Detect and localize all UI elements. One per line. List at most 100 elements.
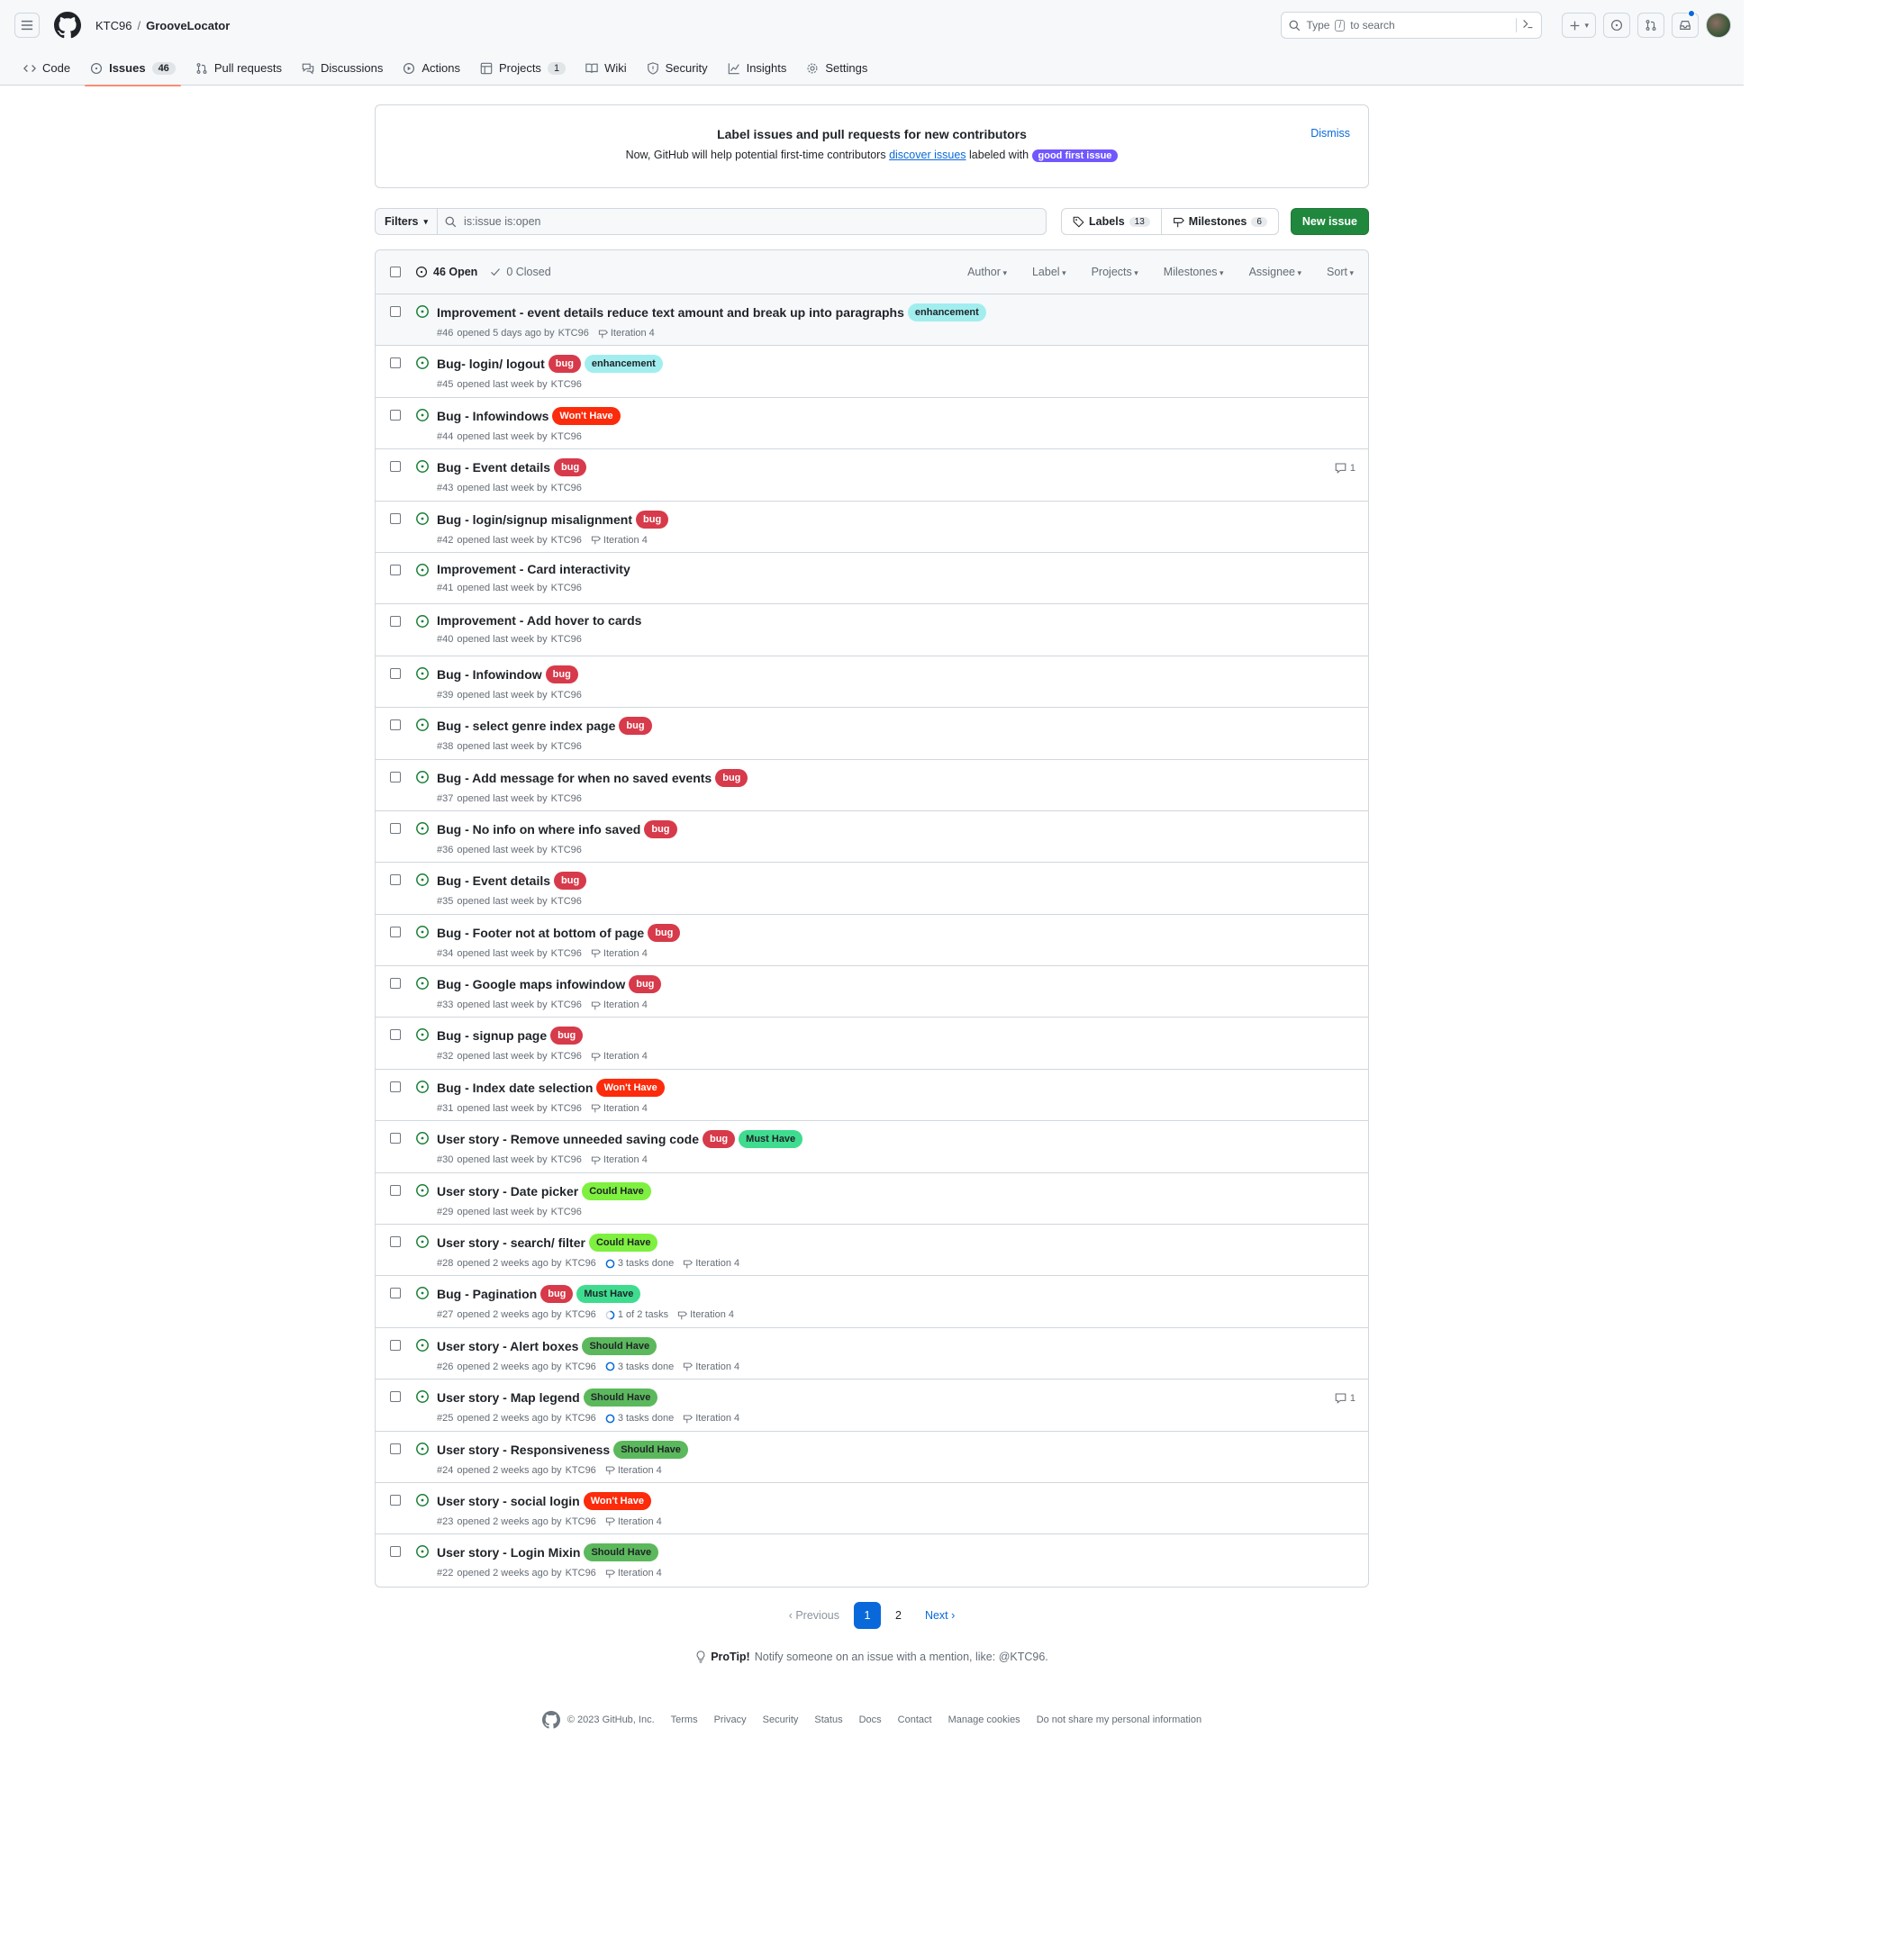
issue-author-link[interactable]: KTC96 [551, 690, 582, 701]
issue-checkbox[interactable] [390, 667, 401, 679]
issue-milestone-link[interactable]: Iteration 4 [683, 1258, 739, 1269]
issue-author-link[interactable]: KTC96 [566, 1362, 596, 1372]
issue-title-link[interactable]: Bug - login/signup misalignment [437, 512, 632, 527]
repo-link[interactable]: GrooveLocator [146, 19, 230, 32]
footer-link-privacy[interactable]: Privacy [714, 1714, 747, 1725]
issue-row[interactable]: User story - social login Won't Have #23 op… [376, 1483, 1368, 1535]
issues-button[interactable] [1603, 13, 1630, 38]
issue-row[interactable]: User story - Login Mixin Should Have #22 op… [376, 1534, 1368, 1586]
command-palette-icon[interactable] [1516, 18, 1534, 32]
issue-milestone-link[interactable]: Iteration 4 [683, 1413, 739, 1424]
issue-milestone-link[interactable]: Iteration 4 [591, 1103, 648, 1114]
issue-author-link[interactable]: KTC96 [551, 896, 582, 907]
issue-title-link[interactable]: User story - Map legend [437, 1390, 580, 1405]
issue-author-link[interactable]: KTC96 [551, 793, 582, 804]
issue-milestone-link[interactable]: Iteration 4 [683, 1362, 739, 1372]
issue-checkbox[interactable] [390, 512, 401, 524]
issue-author-link[interactable]: KTC96 [551, 483, 582, 493]
issue-author-link[interactable]: KTC96 [551, 1207, 582, 1217]
issue-label[interactable]: bug [644, 819, 677, 838]
issue-checkbox[interactable] [390, 1391, 401, 1403]
discover-issues-link[interactable]: discover issues [889, 149, 966, 161]
issue-label[interactable]: bug [548, 355, 581, 374]
issue-row[interactable]: Bug - login/signup misalignment bug #42 ope… [376, 502, 1368, 553]
issue-row[interactable]: Bug - Infowindow bug #39 opened last week b… [376, 656, 1368, 709]
issue-checkbox[interactable] [390, 306, 401, 317]
issue-checkbox[interactable] [390, 1288, 401, 1299]
author-filter[interactable]: Author [967, 266, 1007, 278]
issue-title-link[interactable]: Improvement - Add hover to cards [437, 613, 641, 628]
issue-label[interactable]: bug [545, 665, 578, 683]
tab-discussions[interactable]: Discussions [293, 50, 392, 86]
issue-label[interactable]: bug [715, 768, 748, 787]
issue-title-link[interactable]: Improvement - Card interactivity [437, 562, 630, 576]
footer-link-status[interactable]: Status [814, 1714, 842, 1725]
issue-label[interactable]: Won't Have [552, 406, 621, 425]
page-1-button[interactable]: 1 [853, 1601, 881, 1629]
issue-row[interactable]: User story - Alert boxes Should Have #26 op… [376, 1328, 1368, 1380]
issue-author-link[interactable]: KTC96 [551, 634, 582, 645]
issue-row[interactable]: User story - Map legend Should Have #25 ope… [376, 1380, 1368, 1432]
next-page-button[interactable]: Next › [916, 1604, 964, 1627]
issue-title-link[interactable]: Bug - Google maps infowindow [437, 977, 625, 991]
issue-author-link[interactable]: KTC96 [558, 328, 589, 339]
issue-checkbox[interactable] [390, 771, 401, 783]
issue-row[interactable]: Bug - Index date selection Won't Have #31 o… [376, 1070, 1368, 1122]
issue-label[interactable]: bug [636, 510, 669, 529]
issue-row[interactable]: Bug - Infowindows Won't Have #44 opened las… [376, 398, 1368, 450]
issue-milestone-link[interactable]: Iteration 4 [605, 1465, 662, 1476]
footer-link-contact[interactable]: Contact [898, 1714, 932, 1725]
issue-milestone-link[interactable]: Iteration 4 [598, 328, 655, 339]
issue-checkbox[interactable] [390, 1443, 401, 1454]
issue-row[interactable]: Bug - No info on where info saved bug #36 o… [376, 811, 1368, 864]
issue-title-link[interactable]: Bug - select genre index page [437, 719, 615, 733]
issue-author-link[interactable]: KTC96 [551, 845, 582, 855]
comments-link[interactable]: 1 [1335, 1392, 1355, 1405]
issue-title-link[interactable]: User story - search/ filter [437, 1235, 585, 1250]
issue-title-link[interactable]: Bug - Event details [437, 873, 550, 888]
owner-link[interactable]: KTC96 [95, 19, 131, 32]
pull-requests-button[interactable] [1637, 13, 1664, 38]
tab-actions[interactable]: Actions [394, 50, 469, 86]
issue-checkbox[interactable] [390, 1133, 401, 1144]
issue-row[interactable]: Bug - Footer not at bottom of page bug #34… [376, 915, 1368, 967]
tab-security[interactable]: Security [638, 50, 717, 86]
issue-label[interactable]: Could Have [588, 1234, 658, 1253]
issue-milestone-link[interactable]: Iteration 4 [591, 1000, 648, 1010]
issue-label[interactable]: Should Have [582, 1336, 657, 1355]
issue-checkbox[interactable] [390, 357, 401, 369]
issue-title-link[interactable]: Improvement - event details reduce text … [437, 305, 904, 320]
issue-label[interactable]: Won't Have [596, 1078, 665, 1097]
issue-milestone-link[interactable]: Iteration 4 [605, 1516, 662, 1527]
footer-link-do-not-share[interactable]: Do not share my personal information [1037, 1714, 1201, 1725]
issue-checkbox[interactable] [390, 926, 401, 937]
issue-label[interactable]: Won't Have [583, 1491, 651, 1510]
github-logo-icon[interactable] [54, 12, 81, 39]
issue-author-link[interactable]: KTC96 [551, 741, 582, 752]
issue-checkbox[interactable] [390, 1184, 401, 1196]
issue-checkbox[interactable] [390, 564, 401, 575]
issue-row[interactable]: Bug - Google maps infowindow bug #33 opened… [376, 966, 1368, 1018]
issue-author-link[interactable]: KTC96 [551, 583, 582, 593]
milestones-button[interactable]: Milestones 6 [1160, 209, 1278, 234]
inbox-button[interactable] [1672, 13, 1699, 38]
tab-code[interactable]: Code [14, 50, 79, 86]
footer-link-manage-cookies[interactable]: Manage cookies [948, 1714, 1020, 1725]
issue-author-link[interactable]: KTC96 [551, 948, 582, 959]
issue-row[interactable]: Bug- login/ logout bug enhancement #45 opene… [376, 346, 1368, 398]
open-issues-toggle[interactable]: 46 Open [415, 266, 477, 278]
issue-author-link[interactable]: KTC96 [566, 1309, 596, 1320]
issue-checkbox[interactable] [390, 874, 401, 886]
issue-label[interactable]: Should Have [584, 1543, 659, 1562]
issue-row[interactable]: Bug - Pagination bug Must Have #27 opened 2 … [376, 1276, 1368, 1328]
issue-row[interactable]: Bug - Event details bug #35 opened last wee… [376, 863, 1368, 915]
issue-label[interactable]: bug [550, 1027, 584, 1045]
issue-row[interactable]: Improvement - Add hover to cards #40 opene… [376, 604, 1368, 656]
issue-row[interactable]: Improvement - Card interactivity #41 opene… [376, 553, 1368, 605]
issue-title-link[interactable]: Bug- login/ logout [437, 357, 545, 371]
tab-pull-requests[interactable]: Pull requests [186, 50, 291, 86]
issue-label[interactable]: bug [554, 872, 587, 891]
issue-checkbox[interactable] [390, 1339, 401, 1351]
tab-wiki[interactable]: Wiki [576, 50, 636, 86]
issue-title-link[interactable]: Bug - Footer not at bottom of page [437, 926, 644, 940]
